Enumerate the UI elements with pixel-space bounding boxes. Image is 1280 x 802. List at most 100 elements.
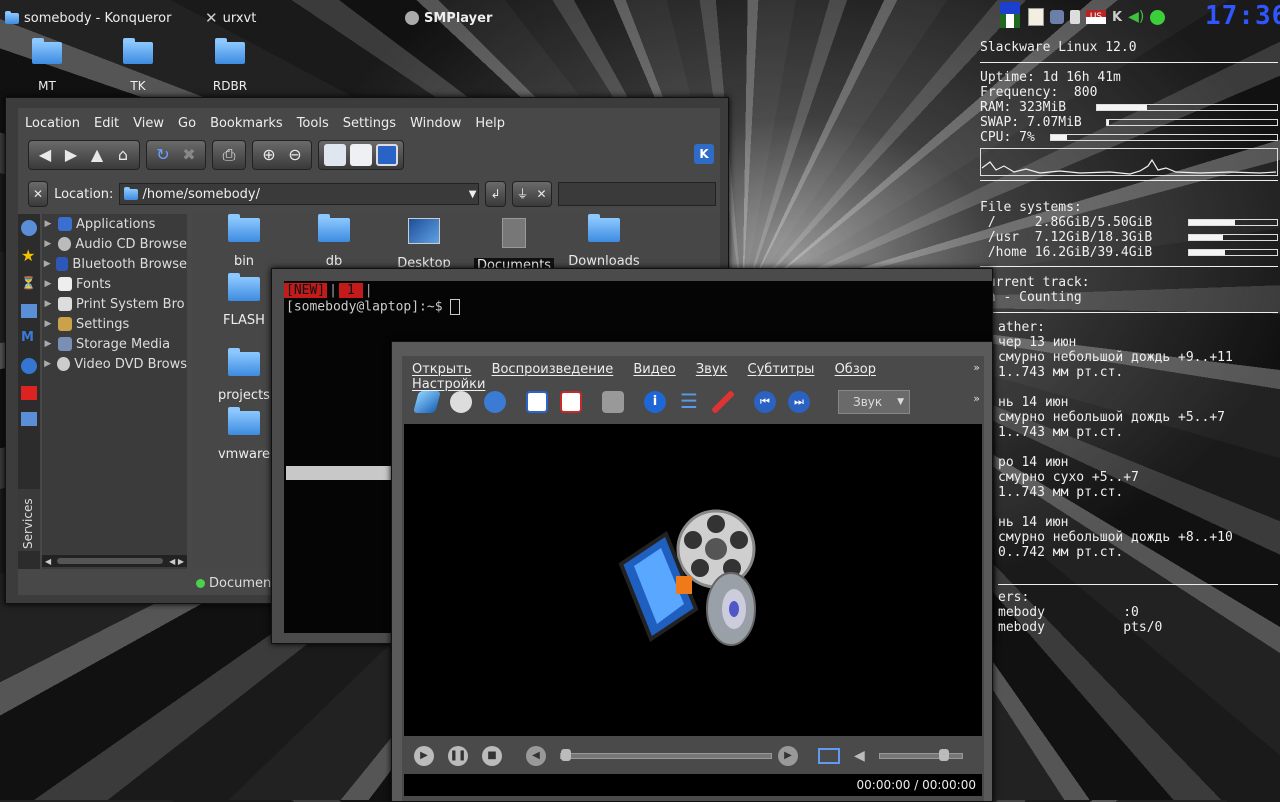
taskbar-item-smplayer[interactable]: SMPlayer: [405, 8, 492, 28]
clear-filter-icon[interactable]: ✕: [537, 183, 547, 205]
expand-arrow-icon[interactable]: ▶: [42, 359, 53, 369]
folder-icon[interactable]: [21, 412, 37, 426]
icon-view-icon[interactable]: [324, 144, 346, 166]
terminal-tab-new[interactable]: [NEW]: [284, 283, 328, 298]
playlist-icon[interactable]: ☰: [678, 391, 700, 413]
taskbar-item-konqueror[interactable]: somebody - Konqueror: [5, 8, 171, 28]
play-icon[interactable]: ▶: [414, 746, 434, 766]
back-icon[interactable]: ◀: [34, 144, 56, 166]
tree-item-audio-cd[interactable]: ▶ Audio CD Browse: [42, 234, 187, 254]
mute-icon[interactable]: ◀: [854, 748, 865, 764]
pause-icon[interactable]: ❚❚: [448, 746, 468, 766]
smiley-icon[interactable]: [1150, 9, 1166, 25]
seek-slider[interactable]: [560, 749, 772, 761]
up-icon[interactable]: ▲: [86, 144, 108, 166]
preferences-icon[interactable]: [712, 391, 734, 413]
file-item-documents[interactable]: Documents: [469, 218, 559, 273]
menu-edit[interactable]: Edit: [87, 116, 126, 131]
keyboard-layout-icon[interactable]: US: [1086, 10, 1106, 24]
tree-item-bluetooth[interactable]: ▶ Bluetooth Browse: [42, 254, 187, 274]
expand-arrow-icon[interactable]: ▶: [42, 219, 54, 229]
browser-icon[interactable]: [21, 220, 37, 236]
compact-mode-icon[interactable]: [526, 391, 548, 413]
expand-arrow-icon[interactable]: ▶: [42, 259, 52, 269]
info-icon[interactable]: i: [644, 391, 666, 413]
volume-icon[interactable]: ◀): [1128, 9, 1144, 25]
desktop-icon-tk[interactable]: TK: [108, 38, 168, 93]
video-area[interactable]: [404, 424, 982, 736]
menu-overflow-icon[interactable]: »: [973, 361, 980, 374]
network-icon[interactable]: [1050, 10, 1064, 24]
network-folder-icon[interactable]: [21, 358, 37, 374]
menu-settings[interactable]: Settings: [336, 116, 403, 131]
tree-item-storage-media[interactable]: ▶ Storage Media: [42, 334, 187, 354]
desktop-icon-mt[interactable]: MT: [17, 38, 77, 93]
tree-item-applications[interactable]: ▶ Applications: [42, 214, 187, 234]
root-folder-icon[interactable]: [21, 386, 37, 400]
history-icon[interactable]: ⏳: [21, 276, 37, 292]
previous-icon[interactable]: ⏮: [754, 391, 776, 413]
reload-icon[interactable]: ↻: [152, 144, 174, 166]
zoom-out-icon[interactable]: ⊖: [284, 144, 306, 166]
home-folder-icon[interactable]: [21, 304, 37, 318]
kde-icon[interactable]: K: [1112, 10, 1122, 25]
open-file-icon[interactable]: [413, 391, 441, 413]
volume-handle[interactable]: [939, 749, 950, 761]
search-input[interactable]: [557, 182, 716, 206]
location-input[interactable]: /home/somebody/ ▼: [119, 183, 480, 205]
file-item-db[interactable]: db: [289, 214, 379, 269]
volume-slider[interactable]: [878, 749, 963, 761]
clock[interactable]: 17:36: [1205, 1, 1280, 31]
taskbar-item-urxvt[interactable]: ✕ urxvt: [205, 8, 256, 28]
fullscreen-toggle-icon[interactable]: [818, 748, 840, 764]
forward-icon[interactable]: ▶: [778, 746, 798, 766]
open-dvd-icon[interactable]: [450, 391, 472, 413]
seek-handle[interactable]: [561, 749, 571, 761]
pager-icon[interactable]: [1000, 2, 1020, 28]
services-tab[interactable]: Services: [18, 489, 40, 551]
dropdown-arrow-icon[interactable]: ▼: [469, 189, 477, 200]
menu-window[interactable]: Window: [403, 116, 468, 131]
menu-bookmarks[interactable]: Bookmarks: [203, 116, 290, 131]
desktop-icon-rdbr[interactable]: RDBR: [200, 38, 260, 93]
screenshot-icon[interactable]: [602, 391, 624, 413]
menu-help[interactable]: Help: [468, 116, 512, 131]
stop-icon[interactable]: ■: [482, 746, 502, 766]
fullscreen-icon[interactable]: [560, 391, 582, 413]
clipboard-icon[interactable]: [1028, 8, 1044, 26]
expand-arrow-icon[interactable]: ▶: [42, 299, 54, 309]
home-icon[interactable]: ⌂: [112, 144, 134, 166]
zoom-in-icon[interactable]: ⊕: [258, 144, 280, 166]
scroll-left-icon[interactable]: ◀: [45, 557, 51, 566]
terminal-tab-1[interactable]: 1: [338, 283, 363, 298]
expand-arrow-icon[interactable]: ▶: [42, 339, 54, 349]
clear-location-button[interactable]: ✕: [28, 181, 49, 207]
expand-arrow-icon[interactable]: ▶: [42, 279, 54, 289]
toolbar-overflow-icon[interactable]: »: [973, 392, 980, 405]
go-button[interactable]: ↲: [485, 181, 506, 207]
scroll-right-icon[interactable]: ◀ ▶: [169, 557, 184, 566]
menu-open[interactable]: Открыть: [412, 362, 471, 377]
media-icon[interactable]: M: [21, 330, 37, 346]
filter-button[interactable]: ⏚ ✕: [511, 181, 552, 207]
menu-go[interactable]: Go: [171, 116, 203, 131]
preview-view-icon[interactable]: [376, 144, 398, 166]
tree-item-video-dvd[interactable]: ▶ Video DVD Brows: [42, 354, 187, 374]
menu-play[interactable]: Воспроизведение: [492, 362, 614, 377]
menu-audio[interactable]: Звук: [696, 362, 728, 377]
bookmark-icon[interactable]: ★: [21, 248, 37, 264]
tree-item-fonts[interactable]: ▶ Fonts: [42, 274, 187, 294]
menu-location[interactable]: Location: [18, 116, 87, 131]
rewind-icon[interactable]: ◀: [526, 746, 546, 766]
next-icon[interactable]: ⏭: [788, 391, 810, 413]
tree-horizontal-scrollbar[interactable]: ◀ ◀ ▶: [42, 555, 187, 567]
print-icon[interactable]: ⎙: [218, 144, 240, 166]
file-item-downloads[interactable]: Downloads: [559, 214, 649, 269]
menu-view[interactable]: View: [126, 116, 171, 131]
expand-arrow-icon[interactable]: ▶: [42, 239, 54, 249]
tree-item-settings[interactable]: ▶ Settings: [42, 314, 187, 334]
menu-video[interactable]: Видео: [633, 362, 675, 377]
menu-subtitles[interactable]: Субтитры: [748, 362, 815, 377]
forward-icon[interactable]: ▶: [60, 144, 82, 166]
usb-icon[interactable]: [1070, 10, 1080, 24]
